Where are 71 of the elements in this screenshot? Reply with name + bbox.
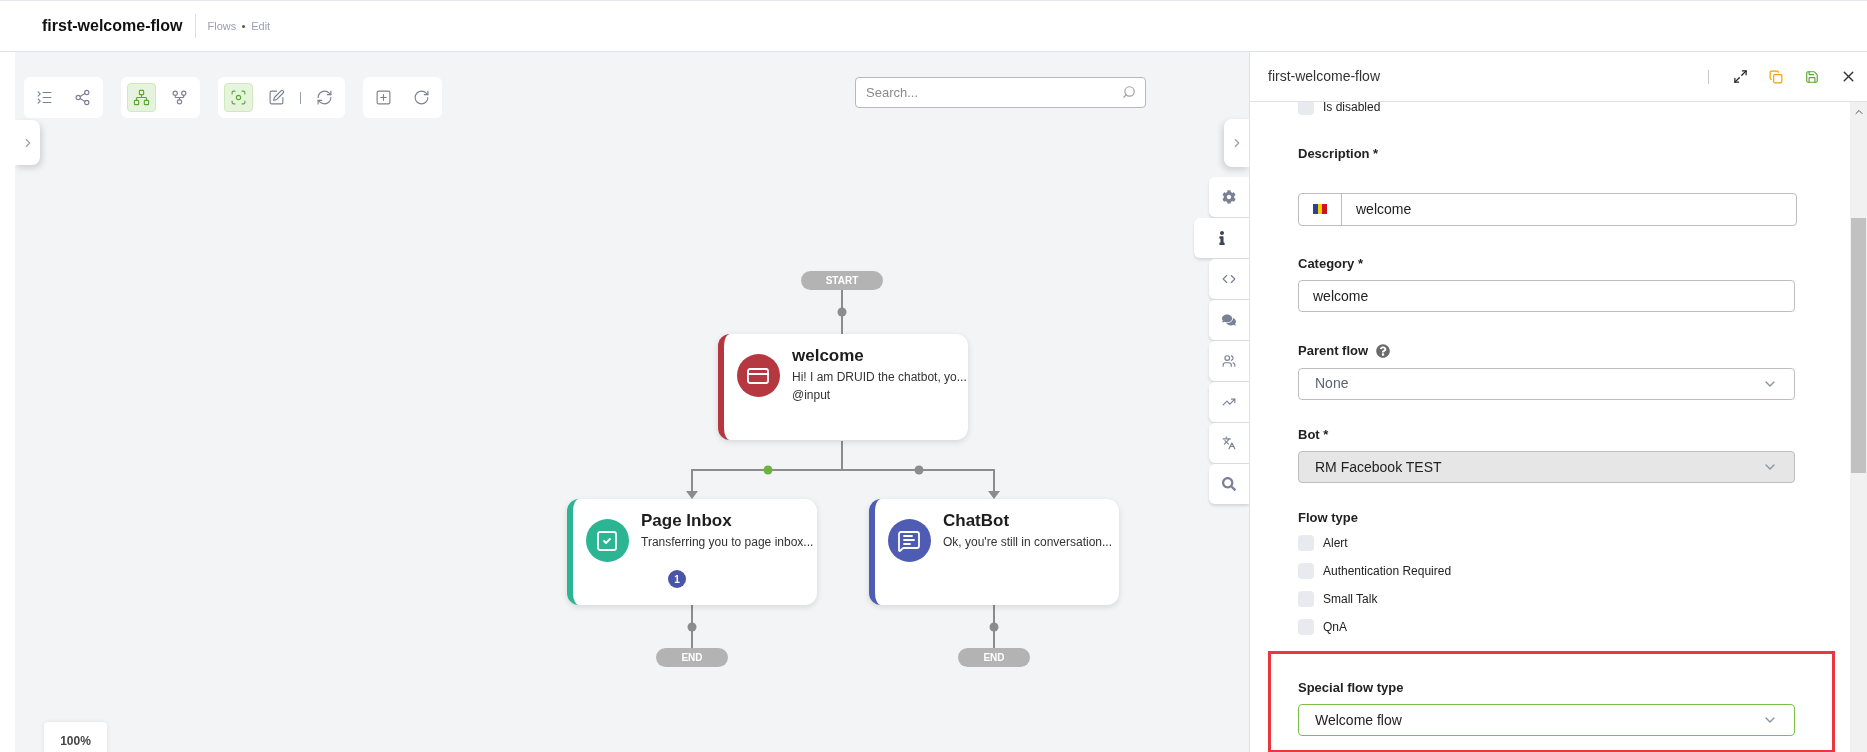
checkbox-label: Small Talk: [1323, 590, 1378, 608]
zoom-level: 100%: [44, 722, 107, 752]
refresh-icon: [316, 89, 333, 106]
node-text: Ok, you're still in conversation...: [943, 534, 1113, 551]
side-tab[interactable]: [1209, 341, 1249, 381]
toolbar-button[interactable]: [127, 83, 156, 112]
connector-line: [993, 604, 995, 649]
node-text: @input: [792, 387, 832, 404]
field-label: Special flow type: [1298, 678, 1404, 697]
node-title: Page Inbox: [641, 510, 733, 532]
field-label: Flow type: [1298, 509, 1358, 527]
expand-button[interactable]: [1731, 67, 1749, 86]
checkbox-label: Is disabled: [1323, 102, 1381, 116]
node-title: ChatBot: [943, 510, 1011, 532]
scrollbar[interactable]: [1850, 102, 1867, 752]
connector-line: [841, 289, 843, 335]
side-tab[interactable]: [1209, 464, 1249, 504]
select-field[interactable]: None: [1298, 367, 1795, 400]
select-field[interactable]: Welcome flow: [1298, 704, 1795, 736]
message-icon: [887, 519, 931, 562]
side-tab[interactable]: [1209, 177, 1249, 217]
text-field[interactable]: welcome: [1298, 280, 1795, 312]
side-tab[interactable]: [1194, 218, 1249, 258]
search-icon: [1122, 85, 1136, 99]
flow-node[interactable]: Page Inbox Transferring you to page inbox... 1: [567, 499, 817, 605]
field-label: Category *: [1298, 254, 1364, 273]
rotate-icon: [413, 89, 430, 106]
fork-icon: [171, 89, 188, 106]
panel-title: first-welcome-flow: [1268, 67, 1381, 86]
node-title: welcome: [792, 345, 865, 367]
tree-icon: [133, 89, 150, 106]
code-icon: [1222, 272, 1236, 286]
search-field[interactable]: Search...: [855, 77, 1146, 108]
flow-terminal: START: [801, 271, 883, 290]
checkbox-label: Authentication Required: [1323, 562, 1452, 580]
flow-terminal: END: [656, 648, 728, 667]
flag-icon: [1313, 204, 1327, 214]
checkbox-icon: [585, 519, 629, 562]
page-title: first-welcome-flow: [42, 14, 197, 38]
search-icon: [1222, 477, 1236, 491]
help-icon[interactable]: [1376, 343, 1391, 358]
copy-icon: [1769, 69, 1783, 84]
save-icon: [1805, 69, 1819, 84]
connector-line: [691, 604, 693, 649]
collapse-icon: [36, 89, 53, 106]
expand-icon: [1732, 69, 1748, 84]
flow-node[interactable]: welcome Hi! I am DRUID the chatbot, yo... @input: [718, 334, 968, 440]
side-tab[interactable]: [1209, 300, 1249, 340]
node-text: Hi! I am DRUID the chatbot, yo...: [792, 369, 967, 386]
add-icon: [375, 89, 392, 106]
checkbox-label: Alert: [1323, 534, 1348, 552]
chat-icon: [1222, 313, 1236, 327]
checkbox[interactable]: [1298, 102, 1314, 115]
side-tab[interactable]: [1209, 423, 1249, 463]
field-label: Parent flow: [1298, 342, 1369, 360]
card-icon: [736, 354, 780, 397]
flow-node[interactable]: ChatBot Ok, you're still in conversation...: [869, 499, 1119, 605]
field-label: Description *: [1298, 145, 1379, 163]
focus-icon: [230, 89, 247, 106]
node-text: Transferring you to page inbox...: [641, 534, 814, 551]
people-icon: [1222, 354, 1236, 368]
text-field[interactable]: welcome: [1298, 192, 1797, 226]
edit-icon: [268, 89, 285, 106]
translate-icon: [1222, 436, 1236, 450]
settings-icon: [1222, 190, 1236, 204]
flow-terminal: END: [958, 648, 1030, 667]
checkbox-label: QnA: [1323, 618, 1347, 636]
field-label: Bot *: [1298, 425, 1329, 444]
toolbar-button[interactable]: [224, 83, 253, 112]
nodes-icon: [74, 89, 91, 106]
count-badge: 1: [668, 570, 686, 588]
